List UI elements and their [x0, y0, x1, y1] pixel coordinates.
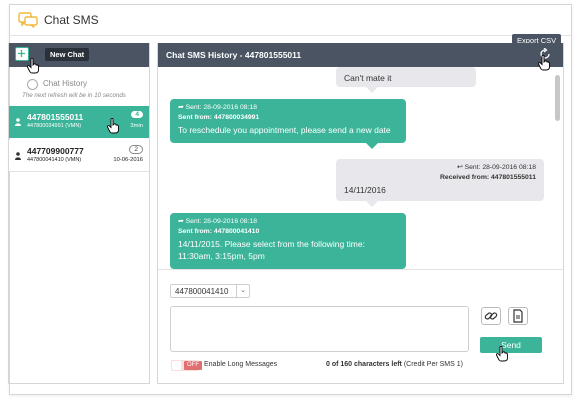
hand-cursor-icon [107, 118, 119, 134]
chat-panel-header: Chat SMS History - 447801555011 [158, 43, 563, 71]
sidebar-toolbar: New Chat [9, 43, 149, 74]
chat-list-item[interactable]: 447801555011 447800034991 (VMN) 4 3min [9, 106, 149, 138]
loading-spinner-icon [27, 79, 38, 90]
chat-number: 447801555011 [27, 112, 84, 122]
char-counter: 0 of 160 characters left (Credit Per SMS… [326, 361, 463, 368]
chat-time: 3min [130, 123, 143, 129]
sender-select[interactable]: 447800041410 ⌄ [170, 284, 250, 298]
message-text-line2: 11:30am, 3:15pm, 5pm [178, 251, 265, 261]
attach-button[interactable] [481, 307, 501, 325]
reply-arrow-icon: ➦ [178, 218, 186, 225]
unread-badge: 4 [131, 111, 143, 118]
message-text: 14/11/2016 [344, 185, 386, 195]
app-header: Chat SMS [10, 5, 571, 36]
message-input[interactable] [170, 306, 469, 352]
chat-vmn: 447800034991 (VMN) [27, 123, 82, 129]
chat-list-item[interactable]: 447709900777 447800041410 (VMN) 2 10-06-… [9, 140, 149, 172]
message-text: 14/11/2015. Please select from the follo… [178, 239, 365, 249]
message-text: To reschedule you appointment, please se… [178, 125, 391, 135]
send-button[interactable]: Send [480, 337, 542, 353]
bubble-tail [366, 143, 378, 149]
reply-arrow-icon: ➦ [178, 104, 186, 111]
chat-history-heading: Chat SMS History - 447801555011 [166, 50, 302, 60]
compose-area: 447800041410 ⌄ Send OFF Enable Long Mess… [158, 270, 563, 383]
credit-info: (Credit Per SMS 1) [403, 361, 463, 368]
chat-time: 10-06-2016 [113, 157, 143, 163]
message-in: Can't mate it [336, 67, 476, 87]
message-history[interactable]: Can't mate it ➦ Sent: 28-09-2016 08:18 S… [158, 67, 563, 270]
message-sent-time: Sent: 28-09-2016 08:18 [464, 164, 536, 171]
document-icon [513, 309, 523, 323]
message-sender: Sent from: 447800034991 [178, 114, 260, 121]
message-sender: Sent from: 447800041410 [178, 228, 260, 235]
message-sender: Received from: 447801555011 [440, 174, 536, 181]
long-messages-toggle[interactable]: OFF [171, 360, 202, 371]
chat-number: 447709900777 [27, 146, 84, 156]
message-text: Can't mate it [344, 73, 392, 83]
chat-panel: Chat SMS History - 447801555011 Can't ma… [157, 43, 564, 384]
message-out: ➦ Sent: 28-09-2016 08:18 Sent from: 4478… [170, 99, 406, 143]
refresh-note: The next refresh will be in 10 seconds [22, 92, 126, 99]
hand-cursor-icon [496, 346, 508, 362]
sender-select-value: 447800041410 [175, 287, 229, 296]
chat-vmn: 447800041410 (VMN) [27, 157, 82, 163]
link-icon [484, 312, 498, 320]
page-title: Chat SMS [44, 13, 99, 27]
unread-badge: 2 [129, 145, 143, 154]
long-messages-label: Enable Long Messages [204, 361, 278, 368]
message-sent-time: Sent: 28-09-2016 08:18 [185, 104, 258, 111]
chat-sidebar: New Chat Chat History The next refresh w… [8, 43, 150, 384]
message-sent-time: Sent: 28-09-2016 08:18 [185, 218, 258, 225]
template-button[interactable] [508, 307, 528, 325]
bubble-tail [366, 201, 378, 207]
bubble-tail [366, 87, 378, 93]
message-out: ➦ Sent: 28-09-2016 08:18 Sent from: 4478… [170, 213, 406, 269]
scrollbar[interactable] [555, 75, 560, 121]
reply-icon: ↩ [456, 164, 465, 171]
message-in: ↩ Sent: 28-09-2016 08:18 Received from: … [336, 159, 544, 201]
new-chat-button[interactable]: New Chat [45, 48, 90, 61]
char-count: 0 of 160 characters left [326, 361, 402, 368]
hand-cursor-icon [27, 58, 39, 74]
chat-bubbles-icon [18, 12, 38, 28]
user-icon [15, 118, 21, 126]
chat-history-title: Chat History [43, 79, 88, 88]
toggle-state: OFF [184, 361, 202, 370]
chevron-down-icon: ⌄ [236, 285, 249, 297]
user-icon [15, 152, 21, 160]
